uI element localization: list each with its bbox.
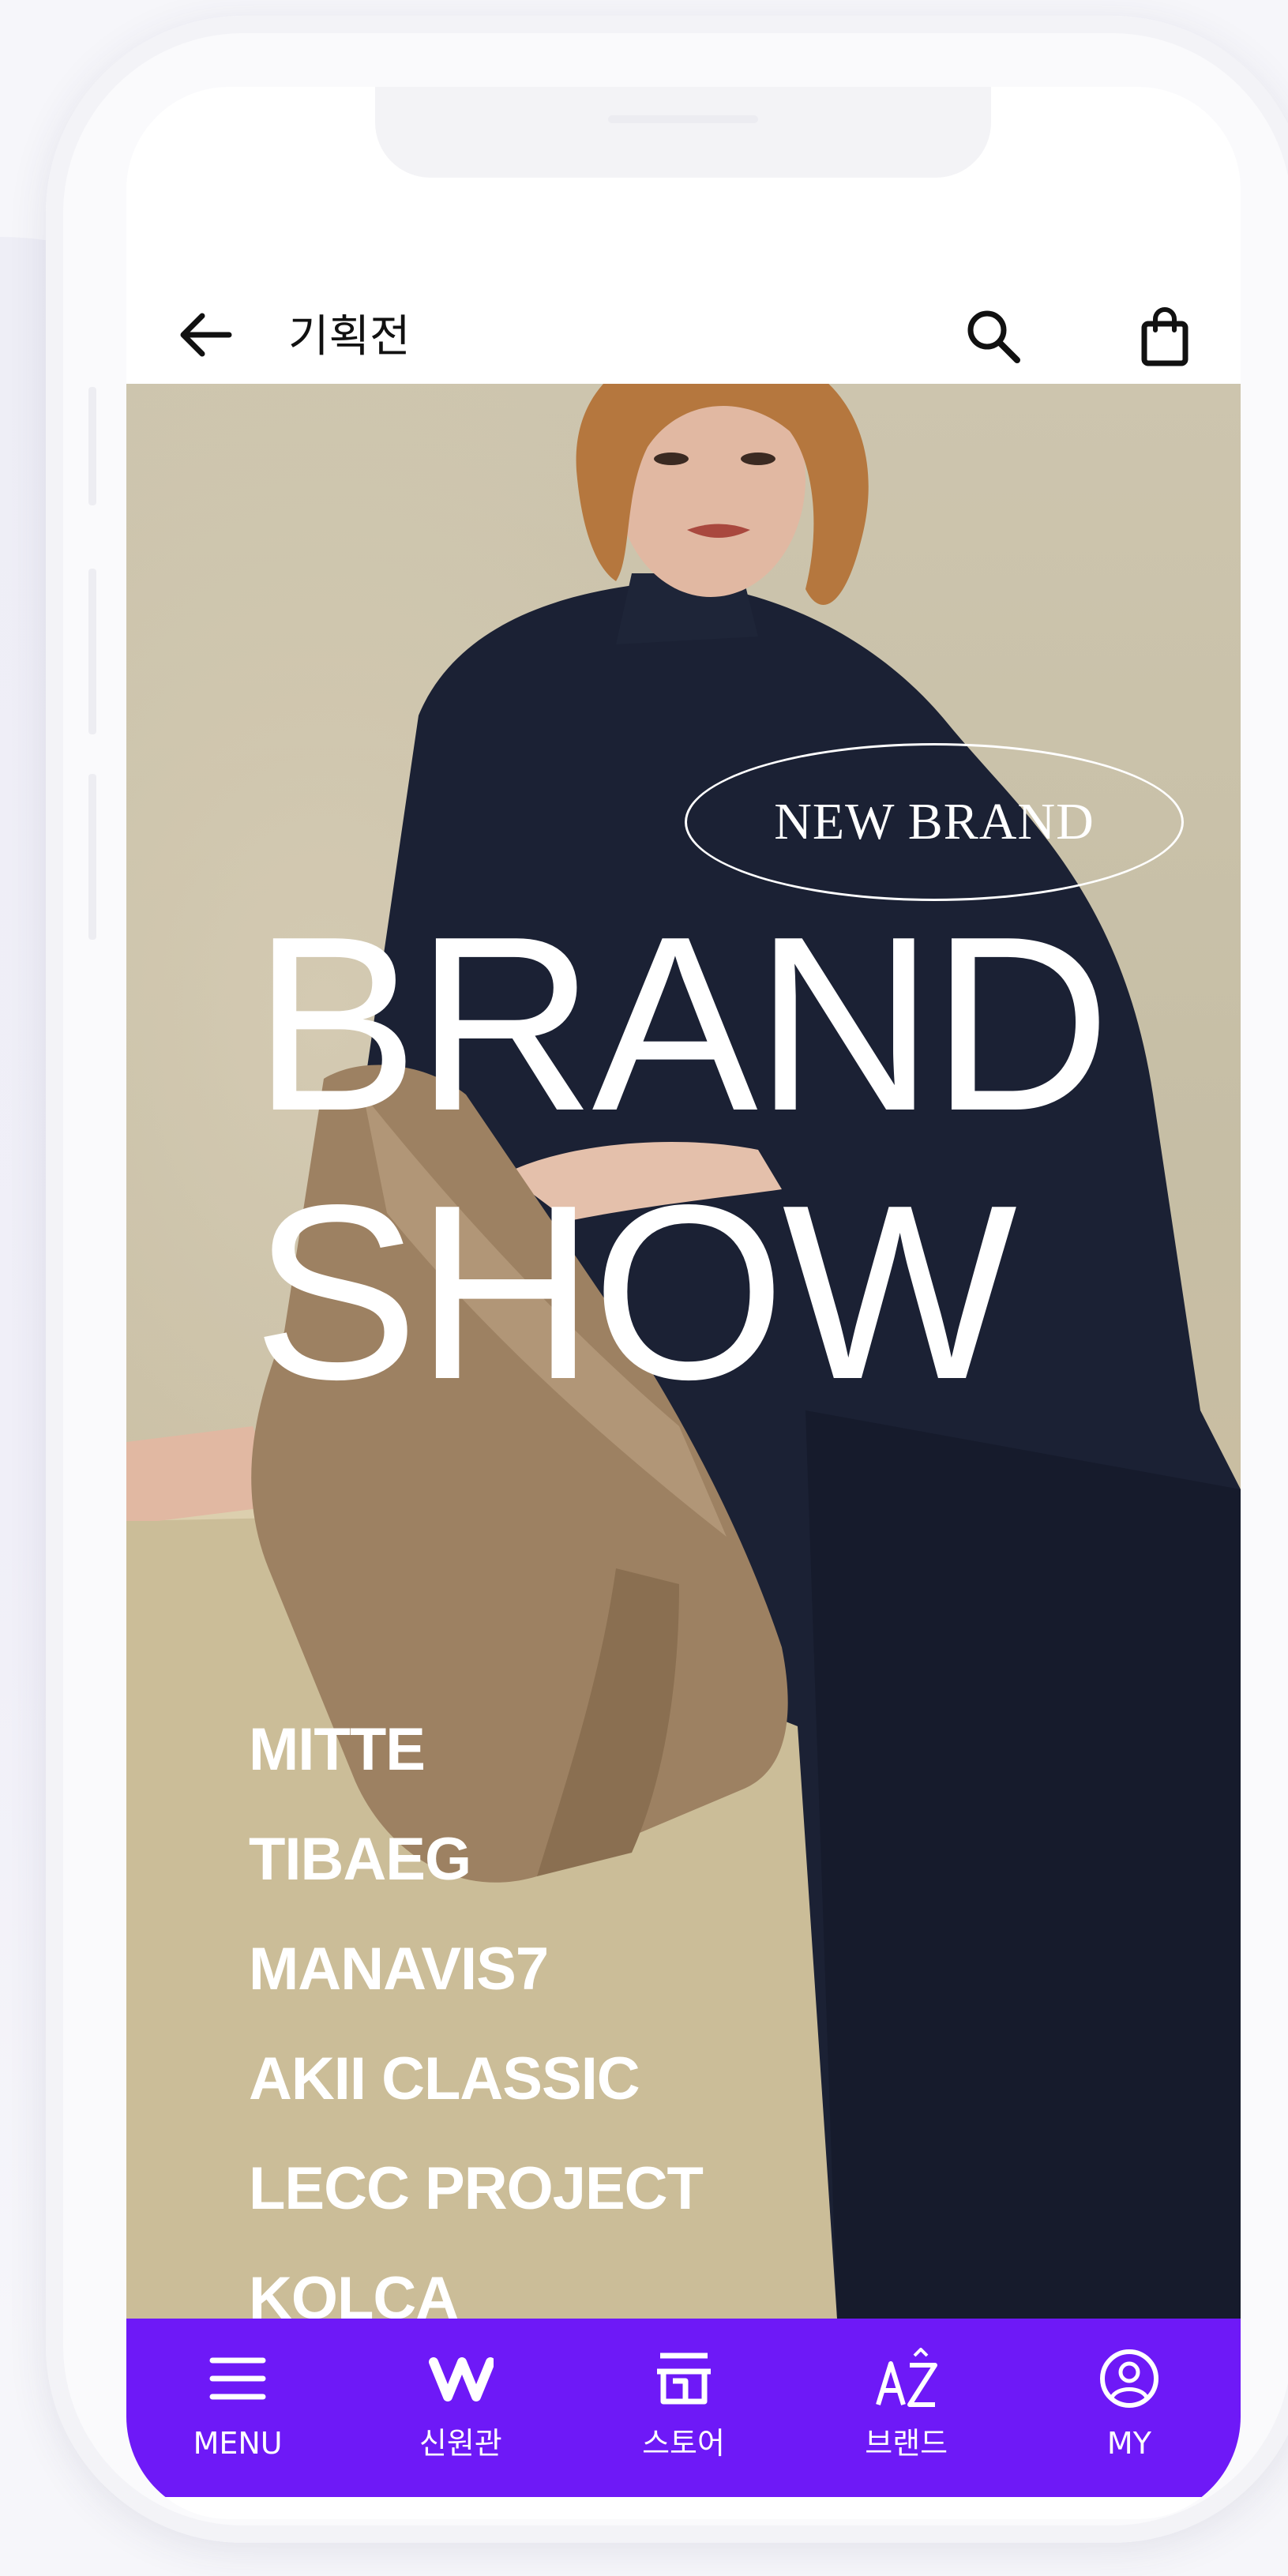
tab-menu[interactable]: MENU xyxy=(126,2319,349,2497)
tab-my[interactable]: MY xyxy=(1018,2319,1241,2497)
hero-banner[interactable]: NEW BRAND BRAND SHOW MITTE TIBAEG MANAVI… xyxy=(126,384,1241,2319)
brand-list-item[interactable]: KOLCA xyxy=(249,2244,703,2319)
bottom-tab-bar: MENU 신원관 스토어 브랜드 MY xyxy=(126,2319,1241,2497)
hero-headline-line2: SHOW xyxy=(253,1153,1017,1431)
menu-icon xyxy=(209,2357,266,2400)
search-icon xyxy=(967,310,1020,363)
side-button xyxy=(88,774,96,940)
brand-list: MITTE TIBAEG MANAVIS7 AKII CLASSIC LECC … xyxy=(249,1695,704,2319)
side-button xyxy=(88,569,96,734)
tab-label: 브랜드 xyxy=(865,2426,948,2461)
speaker-grille xyxy=(608,115,758,123)
az-brand-icon xyxy=(875,2348,937,2407)
cart-button[interactable] xyxy=(1133,305,1196,368)
phone-notch xyxy=(375,87,991,178)
new-brand-badge: NEW BRAND xyxy=(685,743,1184,901)
tab-label: MENU xyxy=(193,2426,283,2461)
brand-list-item[interactable]: MANAVIS7 xyxy=(249,1914,703,2024)
search-button[interactable] xyxy=(962,305,1025,368)
tab-label: 스토어 xyxy=(642,2426,725,2461)
user-icon xyxy=(1099,2349,1158,2408)
store-icon xyxy=(656,2353,711,2405)
hero-headline-line1: BRAND xyxy=(253,884,1111,1162)
tab-label: MY xyxy=(1106,2426,1151,2461)
shopping-bag-icon xyxy=(1141,307,1188,366)
tab-brand[interactable]: 브랜드 xyxy=(795,2319,1018,2497)
arrow-left-icon xyxy=(180,313,232,357)
phone-screen: 기획전 NEW BRAND BRAND SHOW MITTE TIBAEG MA… xyxy=(126,87,1241,2519)
app-header: 기획전 xyxy=(126,292,1241,379)
tab-store[interactable]: 스토어 xyxy=(572,2319,794,2497)
tab-label: 신원관 xyxy=(419,2426,502,2461)
back-button[interactable] xyxy=(174,311,237,359)
shinwon-logo-icon xyxy=(429,2357,494,2401)
brand-list-item[interactable]: LECC PROJECT xyxy=(249,2134,704,2244)
brand-list-item[interactable]: TIBAEG xyxy=(249,1804,703,1914)
page-title: 기획전 xyxy=(288,311,411,362)
tab-shinwon[interactable]: 신원관 xyxy=(349,2319,572,2497)
brand-list-item[interactable]: MITTE xyxy=(249,1695,703,1804)
brand-list-item[interactable]: AKII CLASSIC xyxy=(249,2024,703,2134)
side-button xyxy=(88,387,96,505)
